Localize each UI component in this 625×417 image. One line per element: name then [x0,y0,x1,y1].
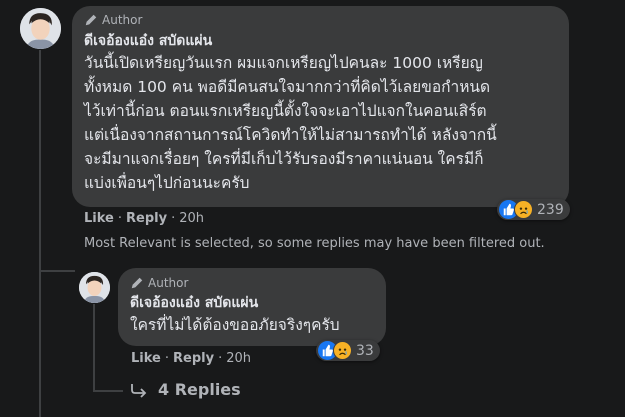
comment-body: วันนี้เปิดเหรียญวันแรก ผมแจกเหรียญไปคนละ… [84,51,557,195]
sad-reaction-icon [333,341,352,360]
thread-line-more-replies [93,390,123,392]
reply-arrow-icon [131,383,147,398]
comment-author-name[interactable]: ดีเจอ้องแอ๋ง สบัดแผ่น [84,31,557,51]
reply-bubble: Author ดีเจอ้องแอ๋ง สบัดแผ่น ใครที่ไม่ได… [118,268,386,346]
comment-line: ไว้เท่านี้ก่อน ตอนแรกเหรียญนี้ตั้งใจจะเอ… [84,102,487,120]
comment-bubble: Author ดีเจอ้องแอ๋ง สบัดแผ่น วันนี้เปิดเ… [72,6,569,207]
view-replies-label: 4 Replies [158,380,241,399]
author-badge-label: Author [148,276,189,290]
author-badge: Author [84,13,557,27]
filter-note: Most Relevant is selected, so some repli… [84,236,545,251]
pencil-icon [131,277,143,289]
comment-line: แบ่งเพื่อนๆไปก่อนนะครับ [84,174,250,192]
reply-author-name[interactable]: ดีเจอ้องแอ๋ง สบัดแผ่น [130,293,374,313]
thread-line-main [39,50,41,417]
reaction-count: 239 [537,201,564,218]
author-badge-label: Author [102,13,143,27]
sad-reaction-icon [514,200,533,219]
like-button[interactable]: Like [131,351,161,366]
separator: · [218,351,223,366]
avatar[interactable] [20,8,61,49]
comment-timestamp[interactable]: 20h [179,211,204,226]
reply-avatar[interactable] [79,272,110,303]
reply-button[interactable]: Reply [173,351,214,366]
comment-line: จะมีมาแจกเรื่อยๆ ใครที่มีเก็บไว้รับรองมี… [84,150,484,168]
reply-body: ใครที่ไม่ได้ต้องขออภัยจริงๆครับ [130,316,340,334]
like-button[interactable]: Like [84,211,114,226]
pencil-icon [85,14,97,26]
reply-actions: Like · Reply · 20h [131,351,251,366]
reaction-count: 33 [356,342,374,359]
separator: · [171,211,176,226]
reply-reaction-summary[interactable]: 33 [316,340,380,361]
separator: · [164,351,169,366]
author-badge: Author [130,276,374,290]
comment-line: ทั้งหมด 100 คน พอดีมีคนสนใจมากกว่าที่คิด… [84,78,491,96]
reaction-summary[interactable]: 239 [497,199,570,220]
view-replies-link[interactable]: 4 Replies [130,380,241,399]
thread-line-reply [93,304,95,392]
comment-line: วันนี้เปิดเหรียญวันแรก ผมแจกเหรียญไปคนละ… [84,54,483,72]
reply-timestamp[interactable]: 20h [226,351,251,366]
comment-line: แต่เนื่องจากสถานการณ์โควิดทำให้ไม่สามารถ… [84,126,497,144]
separator: · [117,211,122,226]
comment-actions: Like · Reply · 20h [84,211,204,226]
thread-line-reply-branch [39,270,75,272]
reply-button[interactable]: Reply [126,211,167,226]
